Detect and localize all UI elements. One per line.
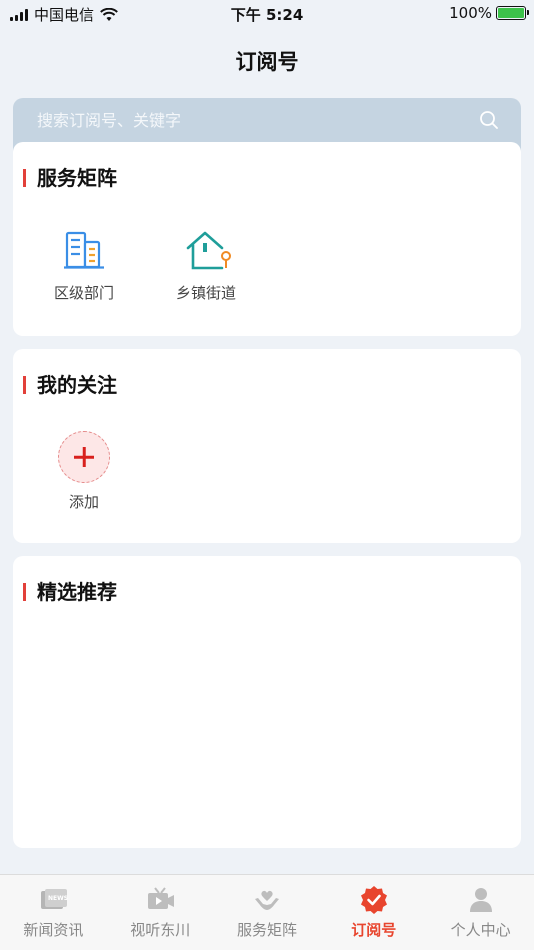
my-follows-card: 我的关注 添加 bbox=[13, 349, 521, 543]
search-input[interactable] bbox=[37, 108, 457, 132]
tile-district-departments[interactable]: 区级部门 bbox=[34, 228, 134, 303]
tab-video[interactable]: 视听东川 bbox=[107, 875, 214, 950]
building-icon bbox=[62, 228, 106, 272]
tile-label: 乡镇街道 bbox=[175, 284, 236, 302]
battery-icon bbox=[496, 6, 529, 20]
tab-profile[interactable]: 个人中心 bbox=[427, 875, 534, 950]
battery-percent: 100% bbox=[449, 4, 492, 22]
person-icon bbox=[469, 888, 492, 912]
page-title: 订阅号 bbox=[235, 50, 299, 74]
section-title-service-matrix: 服务矩阵 bbox=[23, 167, 117, 189]
plus-icon bbox=[58, 431, 110, 483]
search-icon[interactable] bbox=[479, 110, 499, 130]
service-matrix-card: 服务矩阵 区级部门 乡镇街道 bbox=[13, 142, 521, 336]
status-bar: 中国电信 下午 5:24 100% bbox=[0, 0, 534, 28]
recommended-card: 精选推荐 bbox=[13, 556, 521, 848]
tile-label: 区级部门 bbox=[53, 284, 114, 302]
section-title-my-follows: 我的关注 bbox=[23, 374, 117, 396]
tab-label: 个人中心 bbox=[450, 921, 511, 939]
tab-service-matrix[interactable]: 服务矩阵 bbox=[214, 875, 321, 950]
tab-news[interactable]: NEWS 新闻资讯 bbox=[0, 875, 107, 950]
add-label: 添加 bbox=[68, 493, 99, 511]
tab-label: 服务矩阵 bbox=[236, 921, 297, 939]
add-follow-button[interactable]: 添加 bbox=[34, 431, 134, 512]
tab-label: 新闻资讯 bbox=[23, 921, 84, 939]
status-right: 100% bbox=[449, 4, 529, 22]
house-icon bbox=[184, 228, 231, 272]
tab-subscriptions[interactable]: 订阅号 bbox=[320, 875, 427, 950]
tab-label: 订阅号 bbox=[351, 921, 397, 939]
tv-icon bbox=[148, 887, 175, 909]
tile-township-streets[interactable]: 乡镇街道 bbox=[156, 228, 256, 303]
tab-bar: NEWS 新闻资讯 视听东川 服务矩阵 订阅号 个人中心 bbox=[0, 874, 534, 950]
svg-text:NEWS: NEWS bbox=[48, 895, 68, 902]
verified-badge-icon bbox=[360, 886, 387, 914]
tab-label: 视听东川 bbox=[130, 921, 191, 939]
section-title-recommended: 精选推荐 bbox=[23, 581, 117, 603]
heart-hands-icon bbox=[254, 890, 279, 910]
news-icon: NEWS bbox=[41, 889, 68, 909]
